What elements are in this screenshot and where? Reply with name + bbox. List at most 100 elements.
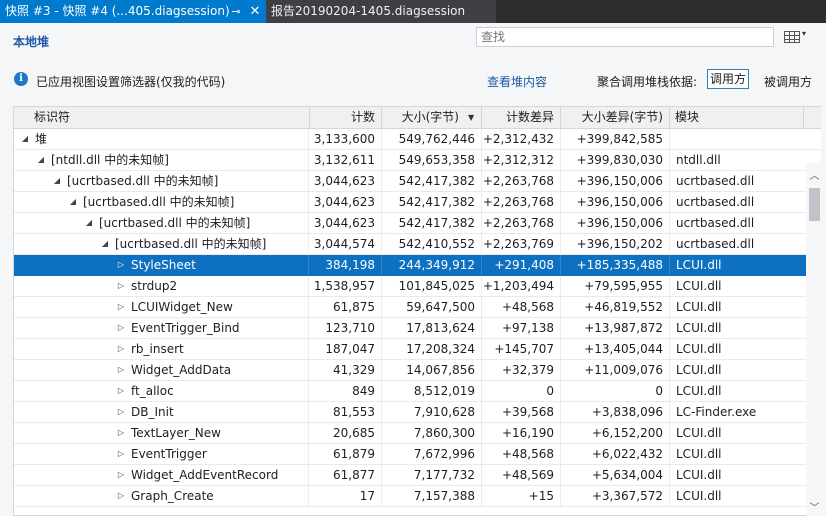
- count-diff-cell: +15: [482, 486, 561, 506]
- col-header-count[interactable]: 计数: [310, 107, 382, 128]
- collapse-icon[interactable]: ◢: [20, 129, 30, 149]
- table-row[interactable]: ▷ DB_Init 81,553 7,910,628 +39,568 +3,83…: [14, 402, 821, 423]
- table-row[interactable]: ◢ [ucrtbased.dll 中的未知帧] 3,044,623 542,41…: [14, 192, 821, 213]
- col-header-module[interactable]: 模块: [670, 107, 804, 128]
- count-diff-cell: +2,263,768: [482, 171, 561, 191]
- identifier-label: [ucrtbased.dll 中的未知帧]: [83, 195, 235, 209]
- info-icon: i: [14, 72, 28, 86]
- table-row[interactable]: ▷ LCUIWidget_New 61,875 59,647,500 +48,5…: [14, 297, 821, 318]
- expand-icon[interactable]: ▷: [116, 402, 126, 422]
- identifier-label: [ucrtbased.dll 中的未知帧]: [99, 216, 251, 230]
- count-diff-cell: +48,568: [482, 444, 561, 464]
- count-diff-cell: +16,190: [482, 423, 561, 443]
- size-diff-cell: +399,830,030: [561, 150, 670, 170]
- module-cell: LCUI.dll: [676, 489, 722, 503]
- col-header-size[interactable]: 大小(字节): [382, 107, 482, 128]
- size-cell: 7,157,388: [382, 486, 482, 506]
- count-cell: 3,132,611: [310, 150, 382, 170]
- collapse-icon[interactable]: ◢: [84, 213, 94, 233]
- table-row[interactable]: ◢ 堆 3,133,600 549,762,446 +2,312,432 +39…: [14, 129, 821, 150]
- scrollbar-thumb[interactable]: [809, 188, 820, 221]
- identifier-label: rb_insert: [131, 342, 184, 356]
- collapse-icon[interactable]: ◢: [36, 150, 46, 170]
- module-cell: LCUI.dll: [676, 447, 722, 461]
- collapse-icon[interactable]: ◢: [52, 171, 62, 191]
- count-diff-cell: +2,263,768: [482, 192, 561, 212]
- size-diff-cell: +396,150,202: [561, 234, 670, 254]
- table-row[interactable]: ▷ ft_alloc 849 8,512,019 0 0 LCUI.dll: [14, 381, 821, 402]
- module-cell: LCUI.dll: [676, 363, 722, 377]
- identifier-cell: ▷ rb_insert: [14, 339, 309, 359]
- size-cell: 542,417,382: [382, 192, 482, 212]
- expand-icon[interactable]: ▷: [116, 423, 126, 443]
- expand-icon[interactable]: ▷: [116, 444, 126, 464]
- scroll-down-icon[interactable]: ﹀: [806, 499, 823, 514]
- identifier-label: [ucrtbased.dll 中的未知帧]: [67, 174, 219, 188]
- size-cell: 17,208,324: [382, 339, 482, 359]
- document-tab-strip: 快照 #3 - 快照 #4 (...405.diagsession) ⊸ ✕ 报…: [0, 0, 826, 23]
- size-cell: 549,762,446: [382, 129, 482, 149]
- size-cell: 7,672,996: [382, 444, 482, 464]
- tab-report[interactable]: 报告20190204-1405.diagsession: [266, 0, 496, 23]
- table-row[interactable]: ▷ EventTrigger_Bind 123,710 17,813,624 +…: [14, 318, 821, 339]
- table-row[interactable]: ▷ strdup2 1,538,957 101,845,025 +1,203,4…: [14, 276, 821, 297]
- identifier-label: DB_Init: [131, 405, 174, 419]
- table-row-selected[interactable]: ▷ StyleSheet 384,198 244,349,912 +291,40…: [14, 255, 821, 276]
- scroll-up-icon[interactable]: ︿: [806, 167, 823, 182]
- size-cell: 7,910,628: [382, 402, 482, 422]
- close-icon[interactable]: ✕: [247, 0, 263, 23]
- module-cell: LC-Finder.exe: [676, 405, 757, 419]
- expand-icon[interactable]: ▷: [116, 297, 126, 317]
- identifier-cell: ▷ TextLayer_New: [14, 423, 309, 443]
- size-cell: 7,860,300: [382, 423, 482, 443]
- table-row[interactable]: ▷ Widget_AddEventRecord 61,877 7,177,732…: [14, 465, 821, 486]
- count-diff-cell: +2,263,769: [482, 234, 561, 254]
- col-header-size-diff[interactable]: 大小差异(字节): [561, 107, 670, 128]
- collapse-icon[interactable]: ◢: [68, 192, 78, 212]
- collapse-icon[interactable]: ◢: [100, 234, 110, 254]
- expand-icon[interactable]: ▷: [116, 465, 126, 485]
- identifier-label: ft_alloc: [131, 384, 174, 398]
- identifier-cell: ▷ StyleSheet: [14, 255, 309, 275]
- table-row[interactable]: ▷ Widget_AddData 41,329 14,067,856 +32,3…: [14, 360, 821, 381]
- module-cell: LCUI.dll: [676, 426, 722, 440]
- count-diff-cell: +2,312,312: [482, 150, 561, 170]
- vertical-scrollbar[interactable]: ︿ ﹀: [806, 163, 823, 516]
- size-cell: 59,647,500: [382, 297, 482, 317]
- table-row[interactable]: ▷ TextLayer_New 20,685 7,860,300 +16,190…: [14, 423, 821, 444]
- size-diff-cell: +3,838,096: [561, 402, 670, 422]
- expand-icon[interactable]: ▷: [116, 486, 126, 506]
- table-row[interactable]: ▷ Graph_Create 17 7,157,388 +15 +3,367,5…: [14, 486, 821, 507]
- table-row[interactable]: ◢ [ucrtbased.dll 中的未知帧] 3,044,623 542,41…: [14, 171, 821, 192]
- module-cell: LCUI.dll: [676, 468, 722, 482]
- search-input[interactable]: [476, 27, 774, 47]
- expand-icon[interactable]: ▷: [116, 318, 126, 338]
- table-row[interactable]: ▷ rb_insert 187,047 17,208,324 +145,707 …: [14, 339, 821, 360]
- table-row[interactable]: ◢ [ucrtbased.dll 中的未知帧] 3,044,574 542,41…: [14, 234, 821, 255]
- section-title: 本地堆: [13, 35, 50, 49]
- tab-snapshot-diff[interactable]: 快照 #3 - 快照 #4 (...405.diagsession) ⊸ ✕: [0, 0, 266, 23]
- table-row[interactable]: ▷ EventTrigger 61,879 7,672,996 +48,568 …: [14, 444, 821, 465]
- size-diff-cell: +11,009,076: [561, 360, 670, 380]
- expand-icon[interactable]: ▷: [116, 255, 126, 275]
- size-diff-cell: +399,842,585: [561, 129, 670, 149]
- callee-button[interactable]: 调用方: [707, 69, 749, 89]
- col-header-count-diff[interactable]: 计数差异: [482, 107, 561, 128]
- table-row[interactable]: ◢ [ntdll.dll 中的未知帧] 3,132,611 549,653,35…: [14, 150, 821, 171]
- module-cell: LCUI.dll: [676, 342, 722, 356]
- module-cell: LCUI.dll: [676, 279, 722, 293]
- view-heap-link[interactable]: 查看堆内容: [487, 73, 547, 90]
- count-cell: 187,047: [310, 339, 382, 359]
- col-header-identifier[interactable]: 标识符: [14, 107, 310, 128]
- size-diff-cell: +396,150,006: [561, 192, 670, 212]
- caller-button[interactable]: 被调用方: [764, 73, 812, 90]
- table-row[interactable]: ◢ [ucrtbased.dll 中的未知帧] 3,044,623 542,41…: [14, 213, 821, 234]
- view-options-button[interactable]: ▾: [781, 27, 813, 47]
- identifier-label: EventTrigger_Bind: [131, 321, 240, 335]
- expand-icon[interactable]: ▷: [116, 339, 126, 359]
- pin-icon[interactable]: ⊸: [228, 0, 244, 23]
- expand-icon[interactable]: ▷: [116, 276, 126, 296]
- expand-icon[interactable]: ▷: [116, 360, 126, 380]
- identifier-label: Widget_AddData: [131, 363, 232, 377]
- expand-icon[interactable]: ▷: [116, 381, 126, 401]
